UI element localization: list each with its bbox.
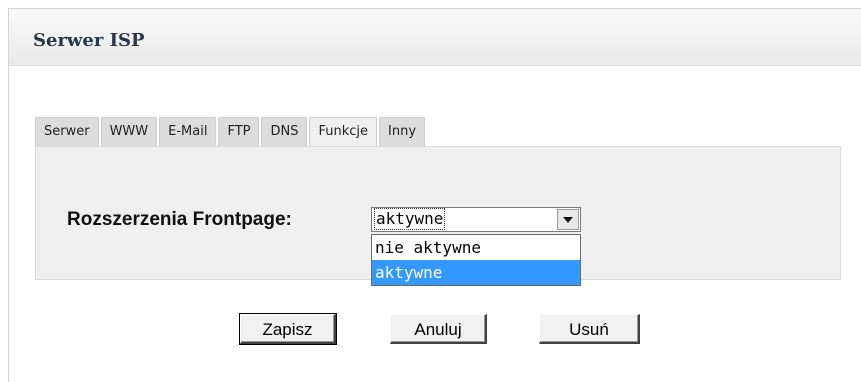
tab-inny[interactable]: Inny [379,117,426,146]
option-nie-aktywne[interactable]: nie aktywne [372,235,580,260]
tab-bar: Serwer WWW E-Mail FTP DNS Funkcje Inny [35,117,426,146]
isp-server-panel: Serwer ISP Serwer WWW E-Mail FTP DNS Fun… [8,8,861,382]
chevron-down-icon [563,216,573,223]
option-aktywne[interactable]: aktywne [372,260,580,285]
frontpage-options-list: nie aktywne aktywne [371,234,581,286]
tab-serwer[interactable]: Serwer [35,117,99,146]
tab-ftp[interactable]: FTP [218,117,260,146]
frontpage-extensions-label: Rozszerzenia Frontpage: [67,209,292,230]
frontpage-extensions-select[interactable]: aktywne [371,207,581,232]
tab-email[interactable]: E-Mail [159,117,217,146]
tab-funkcje[interactable]: Funkcje [309,117,378,146]
dropdown-toggle-button[interactable] [557,209,579,230]
tab-content-funkcje: Rozszerzenia Frontpage: aktywne nie akty… [35,146,841,286]
cancel-button[interactable]: Anuluj [390,314,487,344]
panel-title: Serwer ISP [33,30,145,51]
tab-www[interactable]: WWW [100,117,158,146]
tab-dns[interactable]: DNS [261,117,308,146]
save-button[interactable]: Zapisz [239,313,337,345]
select-current-value: aktywne [373,208,446,230]
delete-button[interactable]: Usuń [539,314,640,344]
